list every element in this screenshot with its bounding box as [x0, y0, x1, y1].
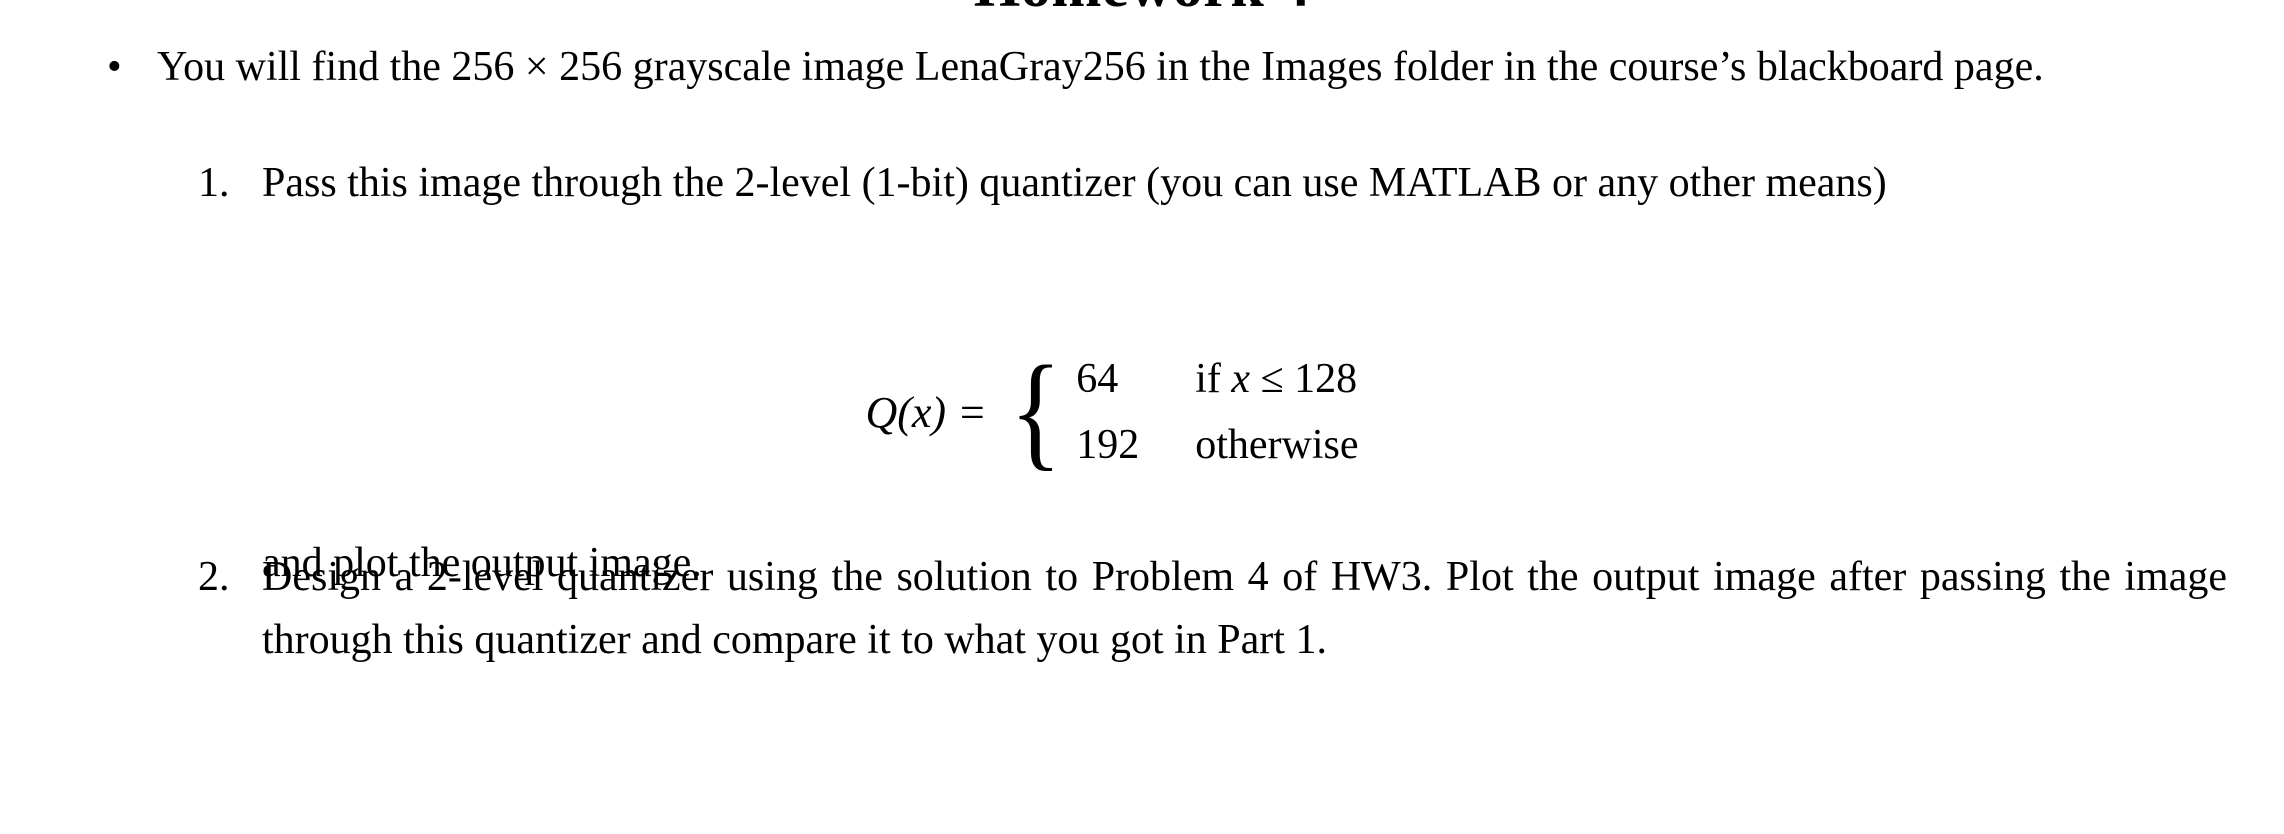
numbered-marker-1: 1.	[198, 160, 230, 206]
equation-case-1-value: 64	[1076, 356, 1119, 402]
continuation-text: and plot the output image.	[262, 540, 702, 586]
bullet-list: • You will find the 256 × 256 grayscale …	[105, 36, 2163, 99]
equation-case-1-relation: ≤	[1260, 356, 1284, 402]
numbered-marker-2: 2.	[198, 554, 230, 600]
equation-case-2-condition: otherwise	[1195, 422, 1359, 468]
numbered-item-1-text: Pass this image through the 2-level (1-b…	[262, 160, 1887, 206]
bullet-marker-icon: •	[107, 44, 122, 90]
equation-cases: 64 if x ≤ 128 192 otherwise	[1076, 352, 1358, 472]
equation-case-1-variable: x	[1231, 356, 1251, 402]
equation-lhs: Q(x) =	[865, 387, 987, 437]
equation-open-brace: {	[1009, 340, 1062, 483]
page-title: Homework 4	[0, 0, 2284, 14]
page-title-clip: Homework 4	[0, 0, 2284, 14]
equation-case-1-if: if	[1195, 356, 1221, 402]
display-equation: Q(x) = { 64 if x ≤ 128 192 otherwise	[0, 340, 2284, 483]
bullet-item-text: You will find the 256 × 256 grayscale im…	[157, 44, 2044, 90]
equation-case-2-value: 192	[1076, 422, 1140, 468]
equation-case-1-condition: if x ≤ 128	[1195, 352, 1358, 406]
equation-inner: Q(x) = { 64 if x ≤ 128 192 otherwise	[865, 340, 1358, 483]
list-item: • You will find the 256 × 256 grayscale …	[105, 36, 2163, 99]
equation-case-1-threshold: 128	[1294, 356, 1358, 402]
numbered-list: 1. Pass this image through the 2-level (…	[198, 152, 2227, 663]
list-item: 1. Pass this image through the 2-level (…	[198, 152, 2163, 215]
